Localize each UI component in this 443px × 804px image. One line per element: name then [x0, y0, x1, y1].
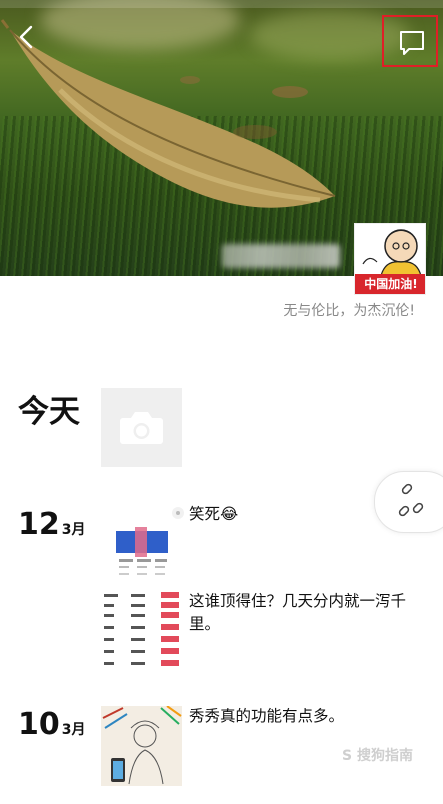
date-day: 10 [18, 707, 60, 742]
dot-icon [172, 507, 184, 519]
post-text[interactable]: 笑死😂 [189, 503, 238, 526]
post-camera-button[interactable] [101, 388, 182, 467]
post-date: 10 3月 [18, 707, 86, 742]
avatar[interactable]: 中国加油! [354, 223, 426, 295]
chevron-left-icon[interactable] [16, 24, 38, 50]
status-bar [0, 0, 443, 8]
link-button[interactable] [374, 471, 443, 533]
post-date: 12 3月 [18, 507, 86, 542]
profile-signature: 无与伦比，为杰沉伦! [283, 303, 415, 319]
price-table-thumbnail [101, 588, 181, 672]
watermark: S 搜狗指南 [342, 748, 413, 764]
link-icon [398, 483, 424, 517]
sketch-thumbnail [101, 706, 182, 786]
date-day: 12 [18, 507, 60, 542]
camera-icon [120, 412, 163, 444]
avatar-cartoon-icon [355, 224, 425, 277]
post-thumbnail[interactable] [101, 509, 181, 589]
post-text[interactable]: 这谁顶得住？几天分内就一泻千里。 [189, 590, 419, 636]
date-month: 3月 [61, 722, 86, 738]
post-thumbnail[interactable] [101, 588, 181, 672]
post-text[interactable]: 秀秀真的功能有点多。 [189, 705, 344, 728]
screenshot-thumbnail [101, 509, 181, 589]
post-thumbnail[interactable] [101, 706, 182, 786]
blurred-username [222, 244, 340, 268]
today-label: 今天 [18, 394, 80, 430]
avatar-badge: 中国加油! [355, 274, 425, 294]
message-icon[interactable] [385, 18, 439, 66]
date-month: 3月 [61, 522, 86, 538]
